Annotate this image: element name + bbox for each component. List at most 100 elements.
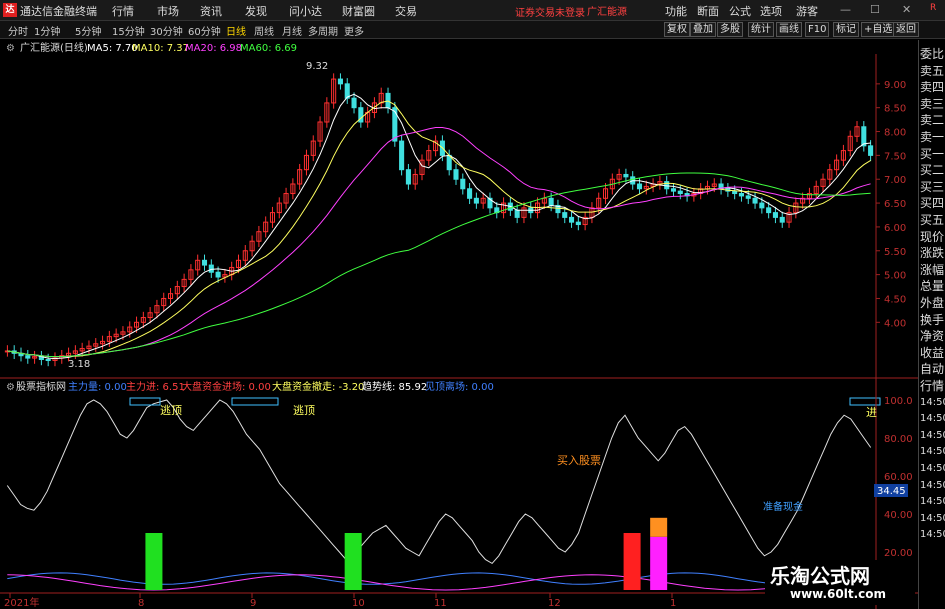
chart-area[interactable]: 9.00 8.50 8.00 7.50 7.00 6.50 6.00 5.50 5.00 4.50…: [0, 38, 918, 609]
side-panel-item[interactable]: 卖一: [920, 129, 945, 145]
menu-section[interactable]: 断面: [697, 3, 719, 19]
close-icon[interactable]: ✕: [902, 3, 911, 16]
top-marker-box: [231, 397, 279, 406]
candle-body: [575, 221, 581, 226]
period-weekly[interactable]: 周线: [254, 23, 274, 38]
price-chart[interactable]: [4, 73, 874, 367]
candle-body: [337, 78, 343, 85]
candle-body: [868, 145, 874, 156]
side-panel-item[interactable]: 净资: [920, 328, 945, 344]
side-panel-item[interactable]: 14:50: [920, 444, 945, 460]
price-tick-label: 6.00: [884, 223, 906, 234]
indicator-settings-icon[interactable]: ⚙: [6, 382, 15, 393]
current-value: 34.45: [877, 486, 906, 497]
period-30min[interactable]: 30分钟: [150, 23, 183, 38]
price-tick-label: 9.00: [884, 80, 906, 91]
f10-button[interactable]: F10: [805, 22, 830, 37]
price-tick-label: 8.50: [884, 104, 906, 115]
x-tick-label: 10: [352, 598, 365, 609]
menu-market[interactable]: 市场: [157, 3, 179, 19]
menu-wealth[interactable]: 财富圈: [342, 3, 375, 19]
menu-discover[interactable]: 发现: [245, 3, 267, 19]
side-panel-item[interactable]: 14:50: [920, 411, 945, 427]
annotation-escape-top-2: 逃顶: [293, 404, 315, 417]
side-panel-item[interactable]: 收益: [920, 345, 945, 361]
side-panel-item[interactable]: 买五: [920, 212, 945, 228]
add-favorite-button[interactable]: +自选: [861, 22, 896, 37]
menu-formula[interactable]: 公式: [729, 3, 751, 19]
side-panel-item[interactable]: 14:50: [920, 395, 945, 411]
side-panel-item[interactable]: 14:50: [920, 494, 945, 510]
side-panel-item[interactable]: 卖四: [920, 79, 945, 95]
side-panel-item[interactable]: 买一: [920, 146, 945, 162]
stock-title: 广汇能源(日线): [20, 41, 88, 54]
side-panel-item[interactable]: 14:50: [920, 511, 945, 527]
mark-button[interactable]: 标记: [833, 22, 859, 37]
side-panel-item[interactable]: 现价: [920, 229, 945, 245]
minimize-icon[interactable]: —: [840, 3, 851, 16]
menu-trade[interactable]: 交易: [395, 3, 417, 19]
draw-button[interactable]: 画线: [776, 22, 802, 37]
side-panel-item[interactable]: 买三: [920, 179, 945, 195]
period-intraday[interactable]: 分时: [8, 23, 28, 38]
side-panel-item[interactable]: 卖五: [920, 63, 945, 79]
guest-label[interactable]: 游客: [796, 3, 818, 19]
login-notice[interactable]: 证券交易未登录: [515, 4, 585, 19]
multi-stock-button[interactable]: 多股: [717, 22, 743, 37]
side-panel-item[interactable]: 买二: [920, 162, 945, 178]
side-panel-item[interactable]: 14:50: [920, 478, 945, 494]
quote-side-panel: 委比 卖五 卖四 卖三 卖二 卖一 买一 买二 买三 买四 买五 现价 涨跌 涨幅 总量 外盘 换手 净资 收益 自动…: [918, 40, 945, 609]
settings-icon[interactable]: ⚙: [6, 43, 15, 54]
side-panel-item[interactable]: 买四: [920, 195, 945, 211]
period-1min[interactable]: 1分钟: [34, 23, 60, 38]
side-panel-item[interactable]: 14:50: [920, 461, 945, 477]
side-panel-item[interactable]: 总量: [920, 278, 945, 294]
x-tick-label: 1: [670, 598, 676, 609]
candle-body: [344, 83, 350, 99]
side-panel-item[interactable]: 14:50: [920, 527, 945, 543]
field-trend: 趋势线: 85.92: [362, 380, 427, 393]
menu-ask[interactable]: 问小达: [289, 3, 322, 19]
r-badge-icon[interactable]: R: [930, 3, 936, 13]
period-more[interactable]: 更多: [344, 23, 364, 38]
price-tick-label: 4.00: [884, 318, 906, 329]
candle-body: [738, 193, 744, 197]
side-panel-item[interactable]: 14:50: [920, 428, 945, 444]
candle-body: [473, 197, 479, 204]
back-button[interactable]: 返回: [893, 22, 919, 37]
side-panel-item[interactable]: 行情: [920, 378, 945, 394]
side-panel-item[interactable]: 涨跌: [920, 245, 945, 261]
menu-functions[interactable]: 功能: [665, 3, 687, 19]
adjust-button[interactable]: 复权: [664, 22, 690, 37]
field-top-exit: 见顶离场: 0.00: [425, 380, 494, 393]
period-monthly[interactable]: 月线: [282, 23, 302, 38]
x-tick-label: 12: [548, 598, 561, 609]
candle-body: [351, 97, 357, 109]
side-panel-item[interactable]: 涨幅: [920, 262, 945, 278]
x-tick-label: 8: [138, 598, 144, 609]
period-toolbar: 分时 1分钟 5分钟 15分钟 30分钟 60分钟 日线 周线 月线 多周期 更…: [0, 21, 945, 39]
side-panel-item[interactable]: 自动: [920, 361, 945, 377]
side-panel-item[interactable]: 外盘: [920, 295, 945, 311]
indicator-bar: [344, 533, 362, 590]
candle-body: [399, 140, 405, 171]
period-5min[interactable]: 5分钟: [75, 23, 101, 38]
menu-news[interactable]: 资讯: [200, 3, 222, 19]
side-panel-item[interactable]: 委比: [920, 46, 945, 62]
maximize-icon[interactable]: ☐: [870, 3, 880, 16]
period-multi[interactable]: 多周期: [308, 23, 338, 38]
period-60min[interactable]: 60分钟: [188, 23, 221, 38]
menu-quotes[interactable]: 行情: [112, 3, 134, 19]
stats-button[interactable]: 统计: [748, 22, 774, 37]
period-15min[interactable]: 15分钟: [112, 23, 145, 38]
side-panel-item[interactable]: 换手: [920, 312, 945, 328]
candle-body: [861, 126, 867, 147]
period-daily[interactable]: 日线: [226, 23, 246, 38]
side-panel-item[interactable]: 卖二: [920, 112, 945, 128]
candle-body: [25, 355, 31, 359]
overlay-button[interactable]: 叠加: [690, 22, 716, 37]
menu-options[interactable]: 选项: [760, 3, 782, 19]
field-main-volume: 主力量: 0.00: [68, 380, 127, 393]
indicator-tick-label: 60.00: [884, 472, 913, 483]
side-panel-item[interactable]: 卖三: [920, 96, 945, 112]
